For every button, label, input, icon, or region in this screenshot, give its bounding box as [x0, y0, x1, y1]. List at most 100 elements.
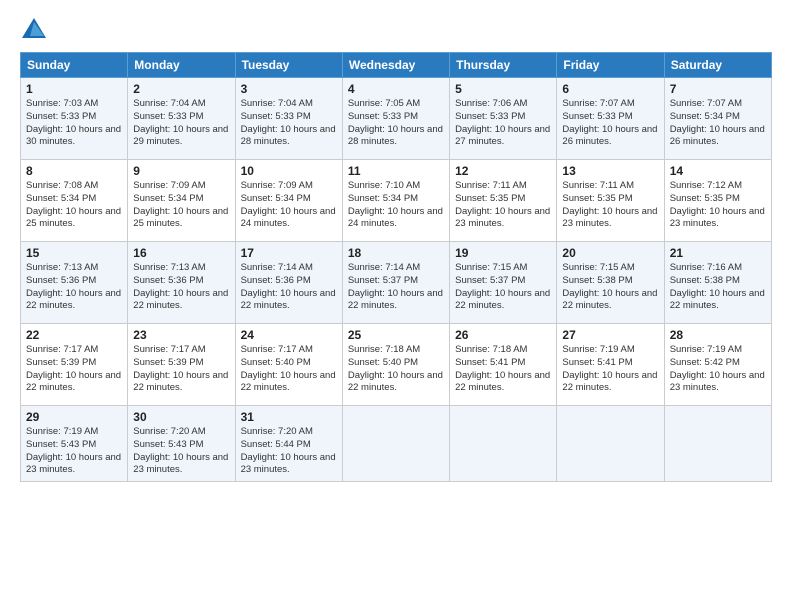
calendar-cell: 19 Sunrise: 7:15 AMSunset: 5:37 PMDaylig…	[450, 242, 557, 324]
day-number: 27	[562, 328, 658, 342]
day-number: 22	[26, 328, 122, 342]
day-number: 4	[348, 82, 444, 96]
calendar-week-row: 15 Sunrise: 7:13 AMSunset: 5:36 PMDaylig…	[21, 242, 772, 324]
calendar-cell: 7 Sunrise: 7:07 AMSunset: 5:34 PMDayligh…	[664, 78, 771, 160]
day-number: 23	[133, 328, 229, 342]
day-number: 24	[241, 328, 337, 342]
day-info: Sunrise: 7:11 AMSunset: 5:35 PMDaylight:…	[455, 180, 551, 231]
calendar-cell	[557, 406, 664, 482]
day-number: 31	[241, 410, 337, 424]
day-info: Sunrise: 7:13 AMSunset: 5:36 PMDaylight:…	[133, 262, 229, 313]
day-number: 16	[133, 246, 229, 260]
day-info: Sunrise: 7:12 AMSunset: 5:35 PMDaylight:…	[670, 180, 766, 231]
day-info: Sunrise: 7:06 AMSunset: 5:33 PMDaylight:…	[455, 98, 551, 149]
calendar-week-row: 1 Sunrise: 7:03 AMSunset: 5:33 PMDayligh…	[21, 78, 772, 160]
day-info: Sunrise: 7:08 AMSunset: 5:34 PMDaylight:…	[26, 180, 122, 231]
calendar-week-row: 22 Sunrise: 7:17 AMSunset: 5:39 PMDaylig…	[21, 324, 772, 406]
day-number: 7	[670, 82, 766, 96]
day-number: 20	[562, 246, 658, 260]
day-info: Sunrise: 7:17 AMSunset: 5:40 PMDaylight:…	[241, 344, 337, 395]
day-number: 9	[133, 164, 229, 178]
day-number: 21	[670, 246, 766, 260]
day-info: Sunrise: 7:11 AMSunset: 5:35 PMDaylight:…	[562, 180, 658, 231]
calendar-cell	[342, 406, 449, 482]
day-number: 1	[26, 82, 122, 96]
weekday-header-thursday: Thursday	[450, 53, 557, 78]
day-info: Sunrise: 7:19 AMSunset: 5:42 PMDaylight:…	[670, 344, 766, 395]
calendar-cell: 14 Sunrise: 7:12 AMSunset: 5:35 PMDaylig…	[664, 160, 771, 242]
day-number: 18	[348, 246, 444, 260]
day-info: Sunrise: 7:17 AMSunset: 5:39 PMDaylight:…	[133, 344, 229, 395]
weekday-header-saturday: Saturday	[664, 53, 771, 78]
weekday-header-sunday: Sunday	[21, 53, 128, 78]
day-info: Sunrise: 7:03 AMSunset: 5:33 PMDaylight:…	[26, 98, 122, 149]
calendar-cell: 6 Sunrise: 7:07 AMSunset: 5:33 PMDayligh…	[557, 78, 664, 160]
calendar-cell: 24 Sunrise: 7:17 AMSunset: 5:40 PMDaylig…	[235, 324, 342, 406]
day-info: Sunrise: 7:10 AMSunset: 5:34 PMDaylight:…	[348, 180, 444, 231]
calendar-cell: 11 Sunrise: 7:10 AMSunset: 5:34 PMDaylig…	[342, 160, 449, 242]
day-number: 6	[562, 82, 658, 96]
calendar-cell: 4 Sunrise: 7:05 AMSunset: 5:33 PMDayligh…	[342, 78, 449, 160]
day-info: Sunrise: 7:19 AMSunset: 5:41 PMDaylight:…	[562, 344, 658, 395]
day-info: Sunrise: 7:15 AMSunset: 5:37 PMDaylight:…	[455, 262, 551, 313]
day-number: 28	[670, 328, 766, 342]
weekday-header-friday: Friday	[557, 53, 664, 78]
calendar-week-row: 8 Sunrise: 7:08 AMSunset: 5:34 PMDayligh…	[21, 160, 772, 242]
calendar-cell: 21 Sunrise: 7:16 AMSunset: 5:38 PMDaylig…	[664, 242, 771, 324]
day-info: Sunrise: 7:04 AMSunset: 5:33 PMDaylight:…	[133, 98, 229, 149]
logo	[20, 16, 52, 44]
day-number: 10	[241, 164, 337, 178]
day-info: Sunrise: 7:09 AMSunset: 5:34 PMDaylight:…	[241, 180, 337, 231]
day-info: Sunrise: 7:04 AMSunset: 5:33 PMDaylight:…	[241, 98, 337, 149]
calendar-cell: 20 Sunrise: 7:15 AMSunset: 5:38 PMDaylig…	[557, 242, 664, 324]
calendar-cell: 16 Sunrise: 7:13 AMSunset: 5:36 PMDaylig…	[128, 242, 235, 324]
calendar-cell: 18 Sunrise: 7:14 AMSunset: 5:37 PMDaylig…	[342, 242, 449, 324]
day-info: Sunrise: 7:16 AMSunset: 5:38 PMDaylight:…	[670, 262, 766, 313]
calendar-cell	[450, 406, 557, 482]
calendar-week-row: 29 Sunrise: 7:19 AMSunset: 5:43 PMDaylig…	[21, 406, 772, 482]
calendar-cell: 13 Sunrise: 7:11 AMSunset: 5:35 PMDaylig…	[557, 160, 664, 242]
day-number: 3	[241, 82, 337, 96]
calendar-cell: 8 Sunrise: 7:08 AMSunset: 5:34 PMDayligh…	[21, 160, 128, 242]
day-info: Sunrise: 7:07 AMSunset: 5:33 PMDaylight:…	[562, 98, 658, 149]
calendar-cell: 26 Sunrise: 7:18 AMSunset: 5:41 PMDaylig…	[450, 324, 557, 406]
weekday-header-tuesday: Tuesday	[235, 53, 342, 78]
day-info: Sunrise: 7:15 AMSunset: 5:38 PMDaylight:…	[562, 262, 658, 313]
calendar-cell: 15 Sunrise: 7:13 AMSunset: 5:36 PMDaylig…	[21, 242, 128, 324]
weekday-header-monday: Monday	[128, 53, 235, 78]
day-info: Sunrise: 7:14 AMSunset: 5:37 PMDaylight:…	[348, 262, 444, 313]
calendar-cell: 3 Sunrise: 7:04 AMSunset: 5:33 PMDayligh…	[235, 78, 342, 160]
calendar-table: SundayMondayTuesdayWednesdayThursdayFrid…	[20, 52, 772, 482]
calendar-cell: 5 Sunrise: 7:06 AMSunset: 5:33 PMDayligh…	[450, 78, 557, 160]
calendar-cell: 30 Sunrise: 7:20 AMSunset: 5:43 PMDaylig…	[128, 406, 235, 482]
logo-icon	[20, 16, 48, 44]
day-number: 5	[455, 82, 551, 96]
day-info: Sunrise: 7:20 AMSunset: 5:43 PMDaylight:…	[133, 426, 229, 477]
day-info: Sunrise: 7:09 AMSunset: 5:34 PMDaylight:…	[133, 180, 229, 231]
calendar-cell: 29 Sunrise: 7:19 AMSunset: 5:43 PMDaylig…	[21, 406, 128, 482]
calendar-cell	[664, 406, 771, 482]
calendar-cell: 23 Sunrise: 7:17 AMSunset: 5:39 PMDaylig…	[128, 324, 235, 406]
day-number: 11	[348, 164, 444, 178]
calendar-cell: 1 Sunrise: 7:03 AMSunset: 5:33 PMDayligh…	[21, 78, 128, 160]
day-number: 25	[348, 328, 444, 342]
day-number: 15	[26, 246, 122, 260]
day-info: Sunrise: 7:20 AMSunset: 5:44 PMDaylight:…	[241, 426, 337, 477]
day-number: 8	[26, 164, 122, 178]
day-info: Sunrise: 7:07 AMSunset: 5:34 PMDaylight:…	[670, 98, 766, 149]
day-number: 2	[133, 82, 229, 96]
calendar-cell: 2 Sunrise: 7:04 AMSunset: 5:33 PMDayligh…	[128, 78, 235, 160]
day-number: 14	[670, 164, 766, 178]
day-info: Sunrise: 7:13 AMSunset: 5:36 PMDaylight:…	[26, 262, 122, 313]
calendar-cell: 31 Sunrise: 7:20 AMSunset: 5:44 PMDaylig…	[235, 406, 342, 482]
day-number: 29	[26, 410, 122, 424]
calendar-cell: 17 Sunrise: 7:14 AMSunset: 5:36 PMDaylig…	[235, 242, 342, 324]
page: SundayMondayTuesdayWednesdayThursdayFrid…	[0, 0, 792, 612]
calendar-cell: 22 Sunrise: 7:17 AMSunset: 5:39 PMDaylig…	[21, 324, 128, 406]
day-info: Sunrise: 7:18 AMSunset: 5:41 PMDaylight:…	[455, 344, 551, 395]
day-info: Sunrise: 7:18 AMSunset: 5:40 PMDaylight:…	[348, 344, 444, 395]
day-number: 12	[455, 164, 551, 178]
weekday-header-row: SundayMondayTuesdayWednesdayThursdayFrid…	[21, 53, 772, 78]
day-number: 19	[455, 246, 551, 260]
header	[20, 16, 772, 44]
